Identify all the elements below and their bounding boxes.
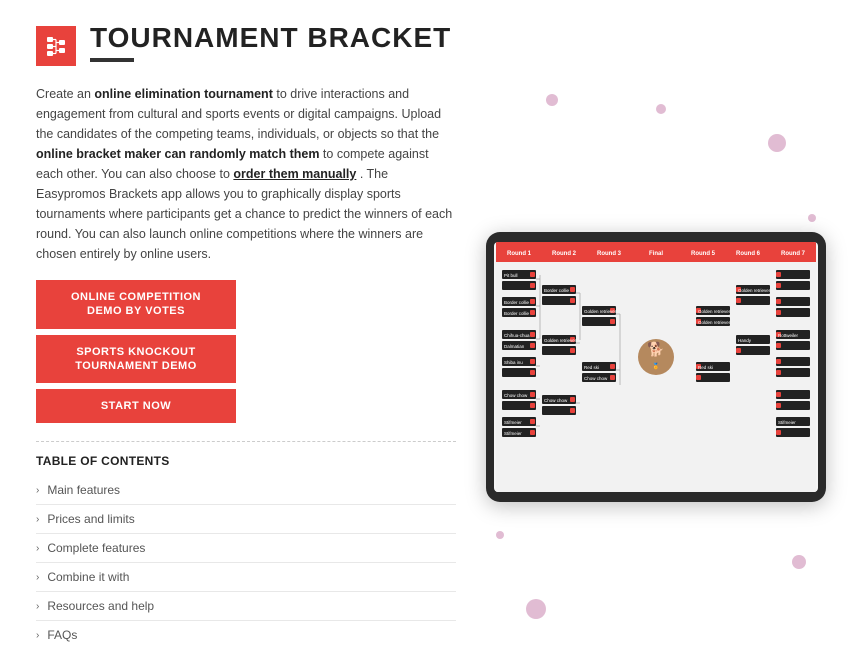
svg-text:Final: Final — [649, 251, 663, 257]
toc-item-resources[interactable]: › Resources and help — [36, 592, 456, 621]
svg-text:🐕: 🐕 — [647, 341, 664, 358]
svg-text:Dalmatian: Dalmatian — [504, 344, 525, 349]
content-area: Create an online elimination tournament … — [36, 84, 819, 649]
toc-item-prices[interactable]: › Prices and limits — [36, 505, 456, 534]
svg-text:Round 6: Round 6 — [736, 251, 761, 257]
svg-text:Round 1: Round 1 — [507, 251, 532, 257]
chevron-right-icon: › — [36, 601, 39, 612]
svg-text:Round 5: Round 5 — [691, 251, 716, 257]
chevron-right-icon: › — [36, 485, 39, 496]
title-underline — [90, 58, 134, 62]
svg-text:Golden retriever: Golden retriever — [584, 309, 617, 314]
start-now-button[interactable]: START NOW — [36, 389, 236, 423]
chevron-right-icon: › — [36, 543, 39, 554]
page: TOURNAMENT BRACKET Create an online elim… — [0, 0, 855, 579]
svg-text:Border collie: Border collie — [544, 288, 570, 293]
page-title: TOURNAMENT BRACKET — [90, 24, 451, 52]
svg-text:Golden retriever: Golden retriever — [544, 338, 577, 343]
svg-text:Red ski: Red ski — [698, 365, 713, 370]
svg-text:Chihua-chua: Chihua-chua — [504, 333, 530, 338]
tablet-mockup: Round 1 Round 2 Round 3 Final Round 5 Ro… — [486, 232, 826, 502]
tablet-screen: Round 1 Round 2 Round 3 Final Round 5 Ro… — [494, 242, 818, 492]
toc-item-complete[interactable]: › Complete features — [36, 534, 456, 563]
svg-text:🏅: 🏅 — [652, 362, 659, 370]
svg-text:Pit bull: Pit bull — [504, 273, 518, 278]
svg-text:Stifmeier: Stifmeier — [778, 420, 796, 425]
chevron-right-icon: › — [36, 514, 39, 525]
right-column: Round 1 Round 2 Round 3 Final Round 5 Ro… — [486, 84, 826, 649]
svg-text:Shiba inu: Shiba inu — [504, 360, 523, 365]
decorative-dot — [808, 214, 816, 222]
toc-item-faqs[interactable]: › FAQs — [36, 621, 456, 649]
decorative-dot — [792, 555, 806, 569]
svg-text:Border collie: Border collie — [504, 311, 530, 316]
svg-text:Round 3: Round 3 — [597, 251, 622, 257]
toc-title: TABLE OF CONTENTS — [36, 454, 456, 468]
demo-votes-button[interactable]: ONLINE COMPETITIONDEMO BY VOTES — [36, 280, 236, 329]
decorative-dot — [656, 104, 666, 114]
header: TOURNAMENT BRACKET — [36, 24, 819, 66]
toc-item-main-features[interactable]: › Main features — [36, 476, 456, 505]
chevron-right-icon: › — [36, 630, 39, 641]
svg-text:Handy: Handy — [738, 338, 752, 343]
svg-text:Golden retriever: Golden retriever — [738, 288, 771, 293]
table-of-contents: TABLE OF CONTENTS › Main features › Pric… — [36, 441, 456, 649]
logo-icon — [36, 26, 76, 66]
tournament-icon — [44, 34, 68, 58]
svg-text:Golden retriever: Golden retriever — [698, 309, 731, 314]
button-group: ONLINE COMPETITIONDEMO BY VOTES SPORTS K… — [36, 280, 456, 423]
decorative-dot — [526, 599, 546, 619]
description-text: Create an online elimination tournament … — [36, 84, 456, 264]
svg-text:Chow chow: Chow chow — [504, 393, 528, 398]
svg-text:Rottweiler: Rottweiler — [778, 333, 799, 338]
toc-item-combine[interactable]: › Combine it with — [36, 563, 456, 592]
sports-knockout-button[interactable]: SPORTS KNOCKOUTTOURNAMENT DEMO — [36, 335, 236, 384]
chevron-right-icon: › — [36, 572, 39, 583]
decorative-dot — [546, 94, 558, 106]
svg-text:Chow chow: Chow chow — [544, 398, 568, 403]
title-block: TOURNAMENT BRACKET — [90, 24, 451, 62]
svg-text:Border collie: Border collie — [504, 300, 530, 305]
decorative-dot — [768, 134, 786, 152]
svg-text:Golden retriever: Golden retriever — [698, 320, 731, 325]
svg-text:Round 2: Round 2 — [552, 251, 577, 257]
decorative-dot — [496, 531, 504, 539]
bracket-svg: Round 1 Round 2 Round 3 Final Round 5 Ro… — [494, 242, 818, 492]
left-column: Create an online elimination tournament … — [36, 84, 456, 649]
svg-text:Stifmeier: Stifmeier — [504, 420, 522, 425]
svg-text:Chow chow: Chow chow — [584, 376, 608, 381]
svg-text:Red ski: Red ski — [584, 365, 599, 370]
svg-text:Round 7: Round 7 — [781, 251, 806, 257]
svg-text:Stifmeier: Stifmeier — [504, 431, 522, 436]
